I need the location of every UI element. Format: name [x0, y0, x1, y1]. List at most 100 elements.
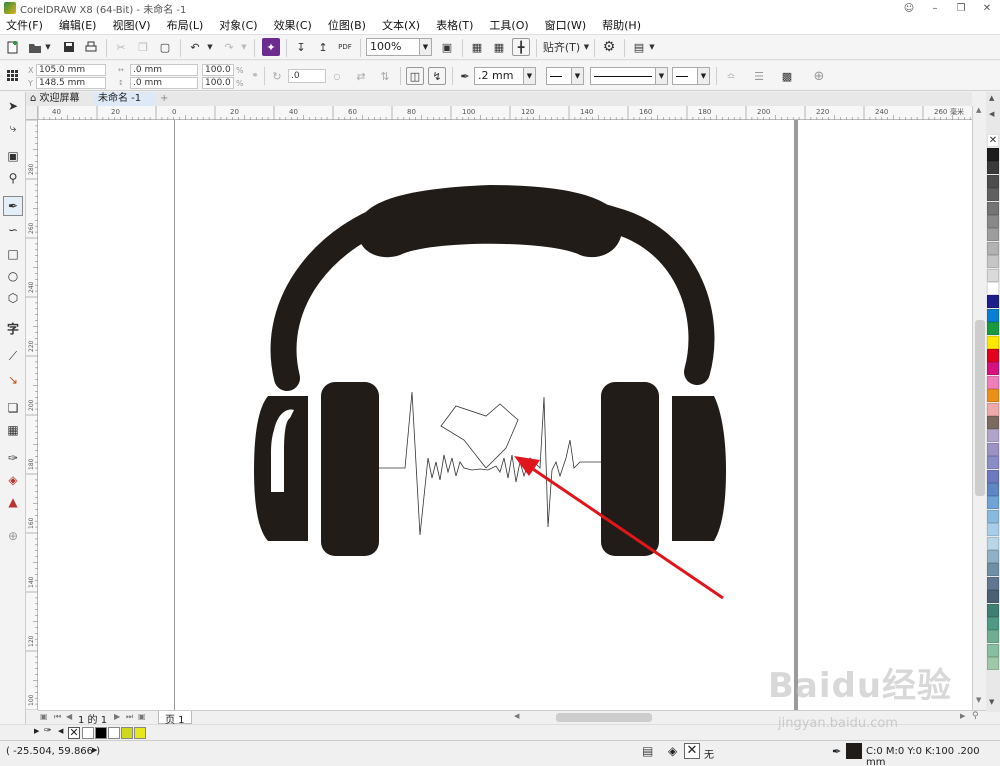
status-flyout-icon[interactable]: ▶ — [92, 746, 97, 754]
redo-dropdown-icon[interactable]: ▼ — [240, 38, 248, 56]
x-position-field[interactable]: 105.0 mm — [36, 64, 106, 76]
vertical-scroll-thumb[interactable] — [975, 320, 985, 496]
restore-button[interactable]: ❐ — [948, 0, 974, 16]
outline-width-select[interactable]: .2 mm ▼ — [474, 67, 536, 85]
palette-swatch[interactable] — [987, 255, 999, 269]
palette-swatch[interactable] — [987, 416, 999, 429]
minimize-button[interactable]: – — [922, 0, 948, 16]
doc-swatch-none[interactable]: ✕ — [68, 727, 80, 739]
publish-pdf-icon[interactable]: PDF — [336, 38, 354, 56]
show-grid-icon[interactable]: ▦ — [490, 38, 508, 56]
y-position-field[interactable]: 148.5 mm — [36, 77, 106, 89]
last-page-icon[interactable]: ⏭ — [126, 712, 133, 722]
smart-fill-icon[interactable]: ▲ — [3, 492, 23, 512]
menu-edit[interactable]: 编辑(E) — [59, 17, 97, 33]
palette-swatch[interactable] — [987, 308, 999, 322]
close-button[interactable]: ✕ — [974, 0, 1000, 16]
text-tool-icon[interactable]: 字 — [3, 318, 23, 338]
right-ear-pad[interactable] — [672, 396, 726, 541]
start-arrow-select[interactable]: ▼ — [546, 67, 584, 85]
pick-tool-icon[interactable]: ➤ — [3, 96, 23, 116]
palette-swatch[interactable] — [987, 215, 999, 228]
quick-customize-icon[interactable]: ⊕ — [810, 67, 828, 85]
mirror-vertical-icon[interactable]: ⇅ — [376, 67, 394, 85]
height-field[interactable]: .0 mm — [130, 77, 198, 89]
doc-palette-swatch[interactable] — [95, 727, 107, 739]
end-arrow-select[interactable]: ▼ — [672, 67, 710, 85]
menu-layout[interactable]: 布局(L) — [167, 17, 204, 33]
zoom-navigator-icon[interactable]: ⚲ — [972, 711, 979, 721]
artistic-media-icon[interactable]: ∽ — [3, 220, 23, 240]
palette-swatch[interactable] — [987, 295, 999, 309]
add-tool-icon[interactable]: ⊕ — [3, 526, 23, 546]
lock-ratio-icon[interactable]: ⚭ — [250, 67, 260, 85]
text-wrap-icon[interactable]: ☰ — [750, 67, 768, 85]
menu-text[interactable]: 文本(X) — [382, 17, 420, 33]
zoom-tool-icon[interactable]: ⚲ — [3, 168, 23, 188]
transparency-tool-icon[interactable]: ▦ — [3, 420, 23, 440]
redo-icon[interactable]: ↷ — [220, 38, 238, 56]
scale-height-field[interactable]: 100.0 — [202, 77, 234, 89]
menu-view[interactable]: 视图(V) — [112, 17, 150, 33]
palette-swatch[interactable] — [987, 174, 999, 188]
polygon-tool-icon[interactable]: ⬡ — [3, 288, 23, 308]
palette-swatch[interactable] — [987, 576, 999, 590]
next-page-icon[interactable]: ▶ — [114, 712, 120, 721]
doc-palette-swatch[interactable] — [82, 727, 94, 739]
full-screen-preview-icon[interactable]: ▣ — [438, 38, 456, 56]
page-tab[interactable]: 页 1 — [158, 711, 192, 726]
vertical-ruler[interactable]: 280 260 240 220 200 180 160 140 120 100 — [26, 119, 38, 711]
outline-pen-status-icon[interactable]: ✒ — [832, 745, 841, 758]
palette-swatch[interactable] — [987, 161, 999, 175]
ruler-corner[interactable] — [26, 106, 38, 120]
scroll-down-icon[interactable]: ▼ — [976, 696, 981, 704]
menu-help[interactable]: 帮助(H) — [602, 17, 641, 33]
palette-flyout-icon[interactable]: ◀ — [989, 110, 994, 118]
fill-none-swatch[interactable]: ✕ — [684, 743, 700, 759]
first-page-icon[interactable]: ⏮ — [54, 712, 61, 722]
drawing-canvas[interactable] — [38, 120, 972, 710]
palette-swatch[interactable] — [987, 643, 999, 657]
object-origin-icon[interactable] — [4, 67, 22, 85]
paste-icon[interactable]: ▢ — [156, 38, 174, 56]
copy-icon[interactable]: ❐ — [134, 38, 152, 56]
palette-swatch[interactable] — [987, 429, 999, 443]
palette-scroll-up-icon[interactable]: ▲ — [989, 94, 994, 102]
left-ear-cup[interactable] — [321, 382, 379, 556]
palette-swatch[interactable] — [987, 349, 999, 362]
vertical-scrollbar[interactable]: ▲ ▼ — [972, 106, 986, 710]
palette-swatch[interactable] — [987, 523, 999, 537]
menu-effects[interactable]: 效果(C) — [274, 17, 312, 33]
save-icon[interactable] — [60, 38, 78, 56]
undo-icon[interactable]: ↶ — [186, 38, 204, 56]
undo-dropdown-icon[interactable]: ▼ — [206, 38, 214, 56]
menu-table[interactable]: 表格(T) — [436, 17, 473, 33]
search-content-icon[interactable]: ✦ — [262, 38, 280, 56]
menu-object[interactable]: 对象(C) — [219, 17, 257, 33]
tab-document[interactable]: 未命名 -1 — [94, 92, 156, 106]
account-icon[interactable]: ☺ — [896, 0, 922, 16]
selection-boundary-icon[interactable]: ▩ — [778, 67, 796, 85]
palette-swatch[interactable] — [987, 657, 999, 671]
mirror-horizontal-icon[interactable]: ⇄ — [352, 67, 370, 85]
palette-swatch[interactable] — [987, 268, 999, 282]
palette-swatch[interactable] — [987, 148, 999, 161]
close-curve-icon[interactable]: ≏ — [722, 67, 740, 85]
horizontal-ruler[interactable]: 40 20 0 20 40 60 80 100 120 140 160 180 … — [37, 106, 972, 120]
open-folder-icon[interactable] — [26, 38, 44, 56]
palette-swatch[interactable] — [987, 603, 999, 617]
palette-swatch[interactable] — [987, 630, 999, 644]
print-icon[interactable] — [82, 38, 100, 56]
scroll-up-icon[interactable]: ▲ — [976, 106, 981, 114]
palette-swatch[interactable] — [987, 362, 999, 376]
spline-start-icon[interactable]: ↯ — [428, 67, 446, 85]
palette-swatch[interactable] — [987, 375, 999, 389]
document-palette-menu-icon[interactable]: ▶ — [34, 727, 39, 735]
add-page-icon[interactable]: ▣ — [138, 712, 146, 721]
menu-window[interactable]: 窗口(W) — [545, 17, 586, 33]
palette-swatch[interactable] — [987, 322, 999, 336]
add-tab-button[interactable]: + — [156, 92, 170, 106]
parallel-dimension-icon[interactable]: ⟋ — [3, 346, 23, 366]
palette-swatch[interactable] — [987, 335, 999, 349]
doc-palette-swatch[interactable] — [108, 727, 120, 739]
